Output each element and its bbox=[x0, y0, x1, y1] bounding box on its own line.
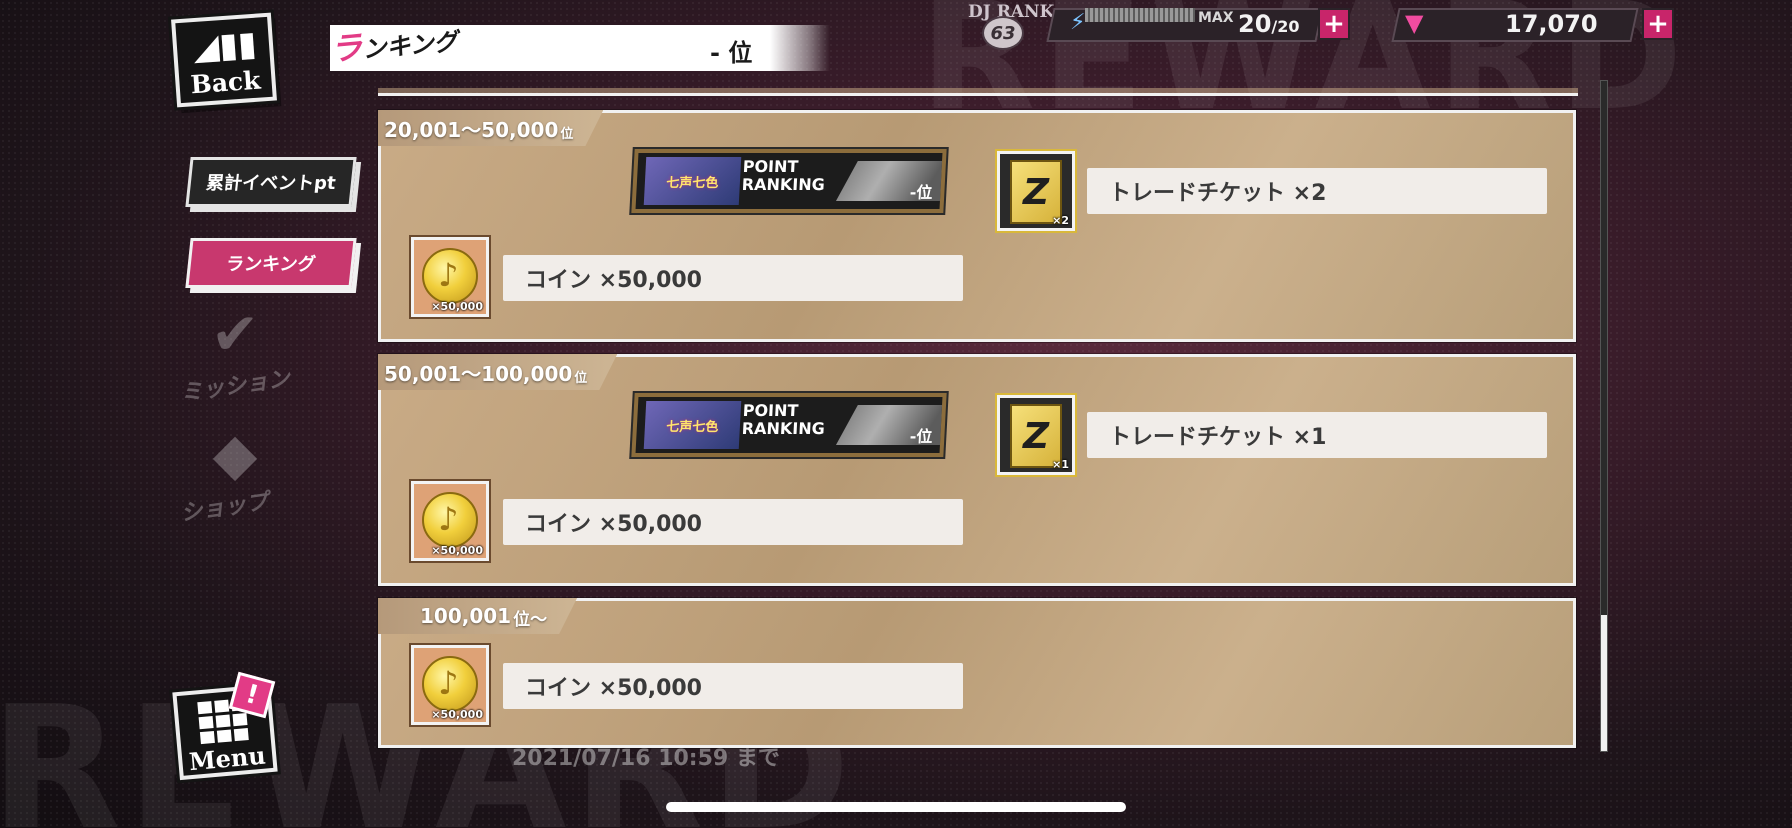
tier-card: 50,001～100,000 位 七声七色 POINT RANKING -位 Z ×… bbox=[378, 354, 1576, 586]
energy-max-label: MAX bbox=[1198, 10, 1234, 26]
badge-rank: -位 bbox=[909, 183, 933, 202]
coin-item[interactable]: ×50,000 bbox=[411, 237, 489, 317]
status-bar: DJ RANK 63 ⚡ MAX 20/20 + ▼ 17,070 + bbox=[960, 0, 1760, 50]
coin-item[interactable]: ×50,000 bbox=[411, 645, 489, 725]
trade-ticket-item[interactable]: Z ×1 bbox=[997, 395, 1075, 475]
tier-suffix: 位～ bbox=[513, 609, 548, 630]
energy-value: 20/20 bbox=[1238, 10, 1300, 38]
tier-card: 20,001～50,000 位 七声七色 POINT RANKING -位 Z ×2… bbox=[378, 110, 1576, 342]
badge-line2: RANKING bbox=[741, 419, 826, 438]
tier-suffix: 位 bbox=[574, 370, 588, 386]
coin-icon bbox=[422, 492, 478, 548]
coin-qty: ×50,000 bbox=[431, 544, 483, 557]
tier-range: 20,001～50,000 bbox=[384, 117, 559, 142]
badge-line1: POINT bbox=[742, 157, 799, 176]
energy-cap: /20 bbox=[1271, 17, 1300, 36]
event-logo-text: 七声七色 bbox=[665, 175, 719, 191]
coin-reward-label: コイン ×50,000 bbox=[503, 255, 963, 301]
page-title: ランキング bbox=[328, 14, 459, 71]
tier-range-tab: 20,001～50,000 位 bbox=[378, 110, 603, 146]
tier-range: 50,001～100,000 bbox=[384, 361, 573, 386]
mission-check-icon: ✔ bbox=[210, 300, 260, 368]
tier-range-tab: 100,001 位～ bbox=[378, 598, 577, 634]
coin-qty: ×50,000 bbox=[431, 300, 483, 313]
back-arrow-icon: ◢▮▮ bbox=[191, 23, 258, 69]
coin-item[interactable]: ×50,000 bbox=[411, 481, 489, 561]
back-button[interactable]: ◢▮▮ Back bbox=[171, 12, 277, 108]
list-scrollbar[interactable] bbox=[1600, 80, 1608, 752]
tier-range-tab: 50,001～100,000 位 bbox=[378, 354, 617, 390]
trade-ticket-item[interactable]: Z ×2 bbox=[997, 151, 1075, 231]
reward-list[interactable]: 20,001～50,000 位 七声七色 POINT RANKING -位 Z ×2… bbox=[378, 88, 1578, 748]
coin-icon bbox=[422, 248, 478, 304]
ticket-reward-label: トレードチケット ×2 bbox=[1087, 168, 1547, 214]
coin-qty: ×50,000 bbox=[431, 708, 483, 721]
page-title-accent: ラ bbox=[328, 27, 364, 69]
event-logo-text: 七声七色 bbox=[665, 419, 719, 435]
djrank-value: 63 bbox=[982, 16, 1024, 50]
mission-button[interactable]: ✔ ミッション bbox=[179, 300, 291, 407]
scrollbar-thumb[interactable] bbox=[1601, 615, 1607, 751]
shop-button[interactable]: ◆ ショップ bbox=[179, 420, 290, 527]
menu-label: Menu bbox=[187, 740, 267, 777]
gem-plus-button[interactable]: + bbox=[1642, 8, 1674, 40]
tab-event-pt[interactable]: 累計イベントpt bbox=[185, 157, 357, 207]
tab-ranking[interactable]: ランキング bbox=[185, 238, 357, 288]
badge-rank: -位 bbox=[909, 427, 933, 446]
badge-line2: RANKING bbox=[741, 175, 826, 194]
page-title-rest: ンキング bbox=[361, 27, 459, 64]
current-rank: - 位 bbox=[710, 39, 753, 67]
badge-text: POINT RANKING bbox=[741, 401, 826, 438]
coin-icon bbox=[422, 656, 478, 712]
tab-event-pt-label: 累計イベントpt bbox=[204, 173, 337, 194]
back-label: Back bbox=[189, 65, 262, 100]
tier-card: 100,001位～ ×50,000 コイン ×50,000 bbox=[378, 598, 1576, 748]
tier-suffix: 位 bbox=[560, 126, 574, 142]
energy-bolt-icon: ⚡ bbox=[1070, 10, 1086, 35]
gem-value: 17,070 bbox=[1505, 10, 1598, 38]
list-top-edge bbox=[378, 88, 1578, 96]
ticket-qty: ×1 bbox=[1052, 458, 1069, 471]
ticket-qty: ×2 bbox=[1052, 214, 1069, 227]
shop-bag-icon: ◆ bbox=[212, 420, 258, 488]
energy-current: 20 bbox=[1238, 10, 1272, 38]
event-logo: 七声七色 bbox=[643, 157, 742, 205]
ranking-badge-reward[interactable]: 七声七色 POINT RANKING -位 bbox=[631, 393, 947, 457]
energy-plus-button[interactable]: + bbox=[1318, 8, 1350, 40]
coin-reward-label: コイン ×50,000 bbox=[503, 663, 963, 709]
tab-ranking-label: ランキング bbox=[225, 254, 317, 275]
energy-fill bbox=[1085, 8, 1195, 22]
tier-range: 100,001 bbox=[420, 604, 512, 628]
home-indicator[interactable] bbox=[666, 802, 1126, 812]
ticket-reward-label: トレードチケット ×1 bbox=[1087, 412, 1547, 458]
title-bar: ランキング - 位 bbox=[329, 25, 830, 71]
gem-icon: ▼ bbox=[1405, 9, 1424, 37]
ranking-badge-reward[interactable]: 七声七色 POINT RANKING -位 bbox=[631, 149, 947, 213]
badge-text: POINT RANKING bbox=[741, 157, 826, 194]
event-logo: 七声七色 bbox=[643, 401, 742, 449]
coin-reward-label: コイン ×50,000 bbox=[503, 499, 963, 545]
badge-line1: POINT bbox=[742, 401, 799, 420]
